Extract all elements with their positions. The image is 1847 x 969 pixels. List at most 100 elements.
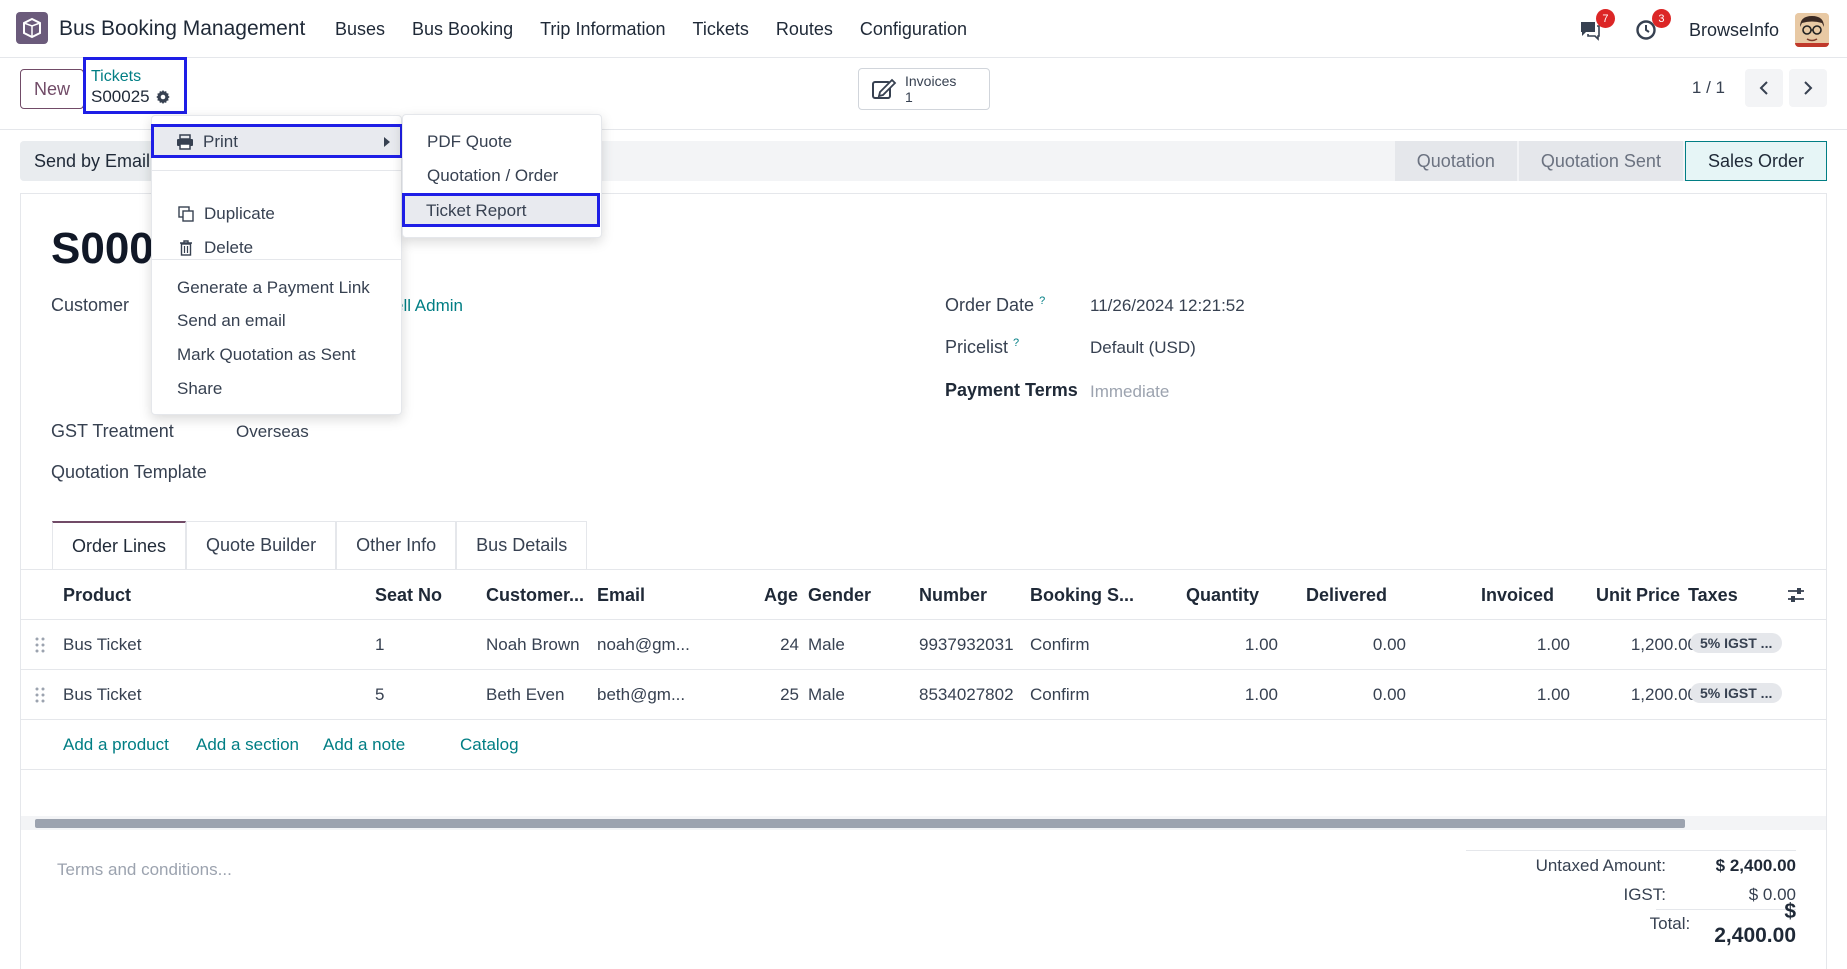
menu-bus-booking[interactable]: Bus Booking: [412, 19, 513, 40]
quotation-template-label: Quotation Template: [51, 462, 207, 482]
menu-trip-information[interactable]: Trip Information: [540, 19, 665, 40]
tab-bus-details[interactable]: Bus Details: [456, 521, 588, 569]
stage-sales-order[interactable]: Sales Order: [1684, 141, 1827, 181]
order-date-field[interactable]: 11/26/2024 12:21:52: [1090, 296, 1245, 316]
col-age[interactable]: Age: [764, 585, 798, 606]
pager-previous-button[interactable]: [1745, 69, 1783, 107]
menu-divider: [152, 170, 401, 171]
invoices-count: 1: [905, 89, 913, 105]
customer-label: Customer: [51, 295, 130, 315]
untaxed-value: $ 2,400.00: [1715, 855, 1796, 875]
col-number[interactable]: Number: [919, 585, 987, 606]
send-email-menu-item[interactable]: Send an email: [152, 304, 401, 338]
stage-pipeline: Quotation Quotation Sent Sales Order: [1393, 141, 1827, 181]
col-quantity[interactable]: Quantity: [1186, 585, 1259, 606]
catalog-link[interactable]: Catalog: [460, 735, 519, 755]
help-icon[interactable]: ?: [1039, 295, 1045, 307]
gst-treatment-field[interactable]: Overseas: [236, 422, 309, 442]
stage-quotation-sent[interactable]: Quotation Sent: [1518, 141, 1683, 181]
ticket-report-menu-item[interactable]: Ticket Report: [402, 193, 600, 227]
gear-icon[interactable]: [155, 89, 171, 105]
top-navbar: Bus Booking Management Buses Bus Booking…: [0, 0, 1847, 58]
column-settings-icon[interactable]: [1787, 587, 1805, 603]
pricelist-field[interactable]: Default (USD): [1090, 338, 1196, 358]
cell-invoiced: 1.00: [1536, 635, 1570, 654]
app-icon[interactable]: [16, 12, 48, 44]
pager-value[interactable]: 1 / 1: [1692, 78, 1725, 98]
col-gender[interactable]: Gender: [808, 585, 871, 606]
menu-configuration[interactable]: Configuration: [860, 19, 967, 40]
share-menu-item[interactable]: Share: [152, 372, 401, 406]
breadcrumb-tickets[interactable]: Tickets: [91, 68, 184, 86]
print-label: Print: [203, 132, 238, 151]
cell-product[interactable]: Bus Ticket: [63, 685, 141, 705]
quotation-order-menu-item[interactable]: Quotation / Order: [403, 159, 601, 193]
tab-order-lines[interactable]: Order Lines: [52, 521, 187, 569]
user-avatar[interactable]: [1795, 13, 1829, 47]
col-email[interactable]: Email: [597, 585, 645, 606]
table-row[interactable]: Bus Ticket 1 Noah Brown noah@gm... 24 Ma…: [21, 620, 1826, 670]
stage-quotation[interactable]: Quotation: [1394, 141, 1517, 181]
pdf-quote-menu-item[interactable]: PDF Quote: [403, 125, 601, 159]
menu-tickets[interactable]: Tickets: [693, 19, 749, 40]
col-product[interactable]: Product: [63, 585, 131, 606]
col-booking-status[interactable]: Booking S...: [1030, 585, 1134, 606]
cell-unit-price: 1,200.00: [1630, 685, 1697, 704]
table-row[interactable]: Bus Ticket 5 Beth Even beth@gm... 25 Mal…: [21, 670, 1826, 720]
app-name[interactable]: Bus Booking Management: [59, 17, 305, 41]
new-button[interactable]: New: [20, 69, 84, 109]
breadcrumb: Tickets S00025: [83, 57, 187, 114]
menu-divider: [152, 259, 401, 260]
pager-next-button[interactable]: [1789, 69, 1827, 107]
cell-number: 8534027802: [919, 685, 1014, 704]
mark-sent-menu-item[interactable]: Mark Quotation as Sent: [152, 338, 401, 372]
customer-field[interactable]: ell Admin: [394, 296, 463, 316]
col-seat-no[interactable]: Seat No: [375, 585, 442, 606]
cell-product[interactable]: Bus Ticket: [63, 635, 141, 655]
activities-button[interactable]: 3: [1631, 9, 1671, 45]
ticket-report-label: Ticket Report: [426, 201, 527, 220]
menu-buses[interactable]: Buses: [335, 19, 385, 40]
action-dropdown-menu: Duplicate Delete Generate a Payment Link…: [151, 115, 402, 415]
chevron-right-icon: [1804, 81, 1813, 95]
drag-handle-icon[interactable]: [35, 636, 45, 654]
col-taxes[interactable]: Taxes: [1688, 585, 1738, 606]
payment-terms-label: Payment Terms: [945, 380, 1078, 400]
print-menu-item[interactable]: Print: [151, 124, 403, 158]
table-header: Product Seat No Customer... Email Age Ge…: [21, 570, 1826, 620]
cell-customer: Beth Even: [486, 685, 565, 704]
cell-unit-price: 1,200.00: [1630, 635, 1697, 654]
totals-block: Untaxed Amount: $ 2,400.00 IGST: $ 0.00 …: [1466, 850, 1796, 947]
add-note-link[interactable]: Add a note: [323, 735, 405, 755]
send-by-email-button[interactable]: Send by Email: [20, 141, 165, 181]
invoices-smart-button[interactable]: Invoices 1: [858, 68, 990, 110]
help-icon[interactable]: ?: [1013, 337, 1019, 349]
cell-gender: Male: [808, 685, 845, 704]
col-customer[interactable]: Customer...: [486, 585, 584, 606]
tab-other-info[interactable]: Other Info: [336, 521, 457, 569]
payment-terms-field[interactable]: Immediate: [1090, 382, 1169, 402]
tax-badge: 5% IGST ...: [1690, 633, 1783, 653]
duplicate-label: Duplicate: [204, 204, 275, 223]
gst-treatment-label: GST Treatment: [51, 421, 174, 441]
add-section-link[interactable]: Add a section: [196, 735, 299, 755]
terms-field[interactable]: Terms and conditions...: [57, 860, 232, 880]
horizontal-scrollbar[interactable]: [21, 816, 1826, 830]
activities-badge: 3: [1651, 9, 1671, 28]
cell-quantity: 1.00: [1244, 635, 1278, 654]
col-unit-price[interactable]: Unit Price: [1596, 585, 1680, 606]
cell-age: 25: [780, 685, 799, 704]
add-product-link[interactable]: Add a product: [63, 735, 169, 755]
copy-icon: [177, 205, 195, 223]
messages-button[interactable]: 7: [1575, 9, 1615, 45]
col-delivered[interactable]: Delivered: [1306, 585, 1387, 606]
drag-handle-icon[interactable]: [35, 686, 45, 704]
tab-quote-builder[interactable]: Quote Builder: [186, 521, 337, 569]
col-invoiced[interactable]: Invoiced: [1481, 585, 1554, 606]
duplicate-menu-item[interactable]: Duplicate: [152, 197, 401, 231]
menu-routes[interactable]: Routes: [776, 19, 833, 40]
scrollbar-thumb[interactable]: [35, 819, 1685, 828]
cell-number: 9937932031: [919, 635, 1014, 654]
company-switcher[interactable]: BrowseInfo: [1689, 20, 1779, 41]
payment-link-menu-item[interactable]: Generate a Payment Link: [152, 271, 401, 305]
